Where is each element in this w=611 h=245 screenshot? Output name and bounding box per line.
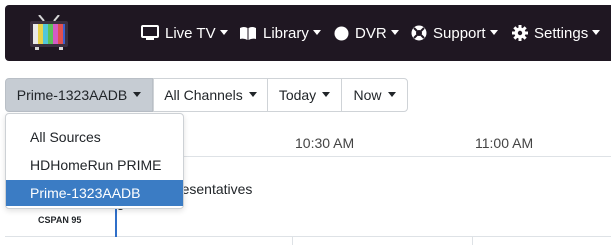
source-option-hdhomerun-prime[interactable]: HDHomeRun PRIME [6, 152, 183, 178]
time-filter-button[interactable]: Now [341, 78, 408, 112]
time-slot-label: 11:00 AM [475, 135, 534, 151]
source-option-prime-1323aadb[interactable]: Prime-1323AADB [6, 180, 183, 206]
nav-support[interactable]: Support [411, 5, 498, 61]
time-filter-label: Now [353, 87, 382, 103]
chevron-down-icon [312, 29, 321, 35]
chevron-down-icon [219, 29, 228, 35]
gear-icon [512, 25, 528, 41]
monitor-icon [141, 25, 159, 40]
life-ring-icon [411, 25, 427, 41]
record-circle-icon [334, 26, 349, 40]
channels-filter-label: All Channels [164, 87, 243, 103]
chevron-down-icon [387, 91, 396, 97]
nav-live-tv-label: Live TV [165, 24, 216, 42]
nav-library[interactable]: Library [239, 5, 321, 61]
chevron-down-icon [133, 91, 142, 97]
guide-column-divider [292, 236, 293, 245]
nav-dvr[interactable]: DVR [334, 5, 399, 61]
book-open-icon [240, 26, 256, 40]
chevron-down-icon [592, 29, 601, 35]
top-navbar: Live TV Library DVR Support Settings [5, 5, 611, 61]
tv-color-bars-icon[interactable] [29, 15, 69, 51]
day-filter-button[interactable]: Today [267, 78, 342, 112]
nav-dvr-label: DVR [355, 24, 387, 42]
nav-support-label: Support [433, 24, 486, 42]
nav-library-label: Library [263, 24, 309, 42]
channels-filter-button[interactable]: All Channels [153, 78, 268, 112]
day-filter-label: Today [278, 87, 317, 103]
source-option-all[interactable]: All Sources [6, 124, 183, 150]
chevron-down-icon [322, 91, 331, 97]
source-filter-button[interactable]: Prime-1323AADB [5, 78, 153, 112]
channel-label[interactable]: CSPAN 95 [38, 215, 81, 225]
chevron-down-icon [248, 91, 257, 97]
guide-row-divider [5, 236, 611, 237]
time-slot-label: 10:30 AM [295, 135, 355, 151]
nav-live-tv[interactable]: Live TV [141, 5, 228, 61]
guide-column-divider [472, 236, 473, 245]
chevron-down-icon [390, 29, 399, 35]
chevron-down-icon [489, 29, 498, 35]
source-dropdown-menu: All Sources HDHomeRun PRIME Prime-1323AA… [5, 113, 184, 209]
source-filter-label: Prime-1323AADB [16, 87, 128, 103]
nav-settings-label: Settings [534, 24, 589, 42]
nav-settings[interactable]: Settings [512, 5, 601, 61]
